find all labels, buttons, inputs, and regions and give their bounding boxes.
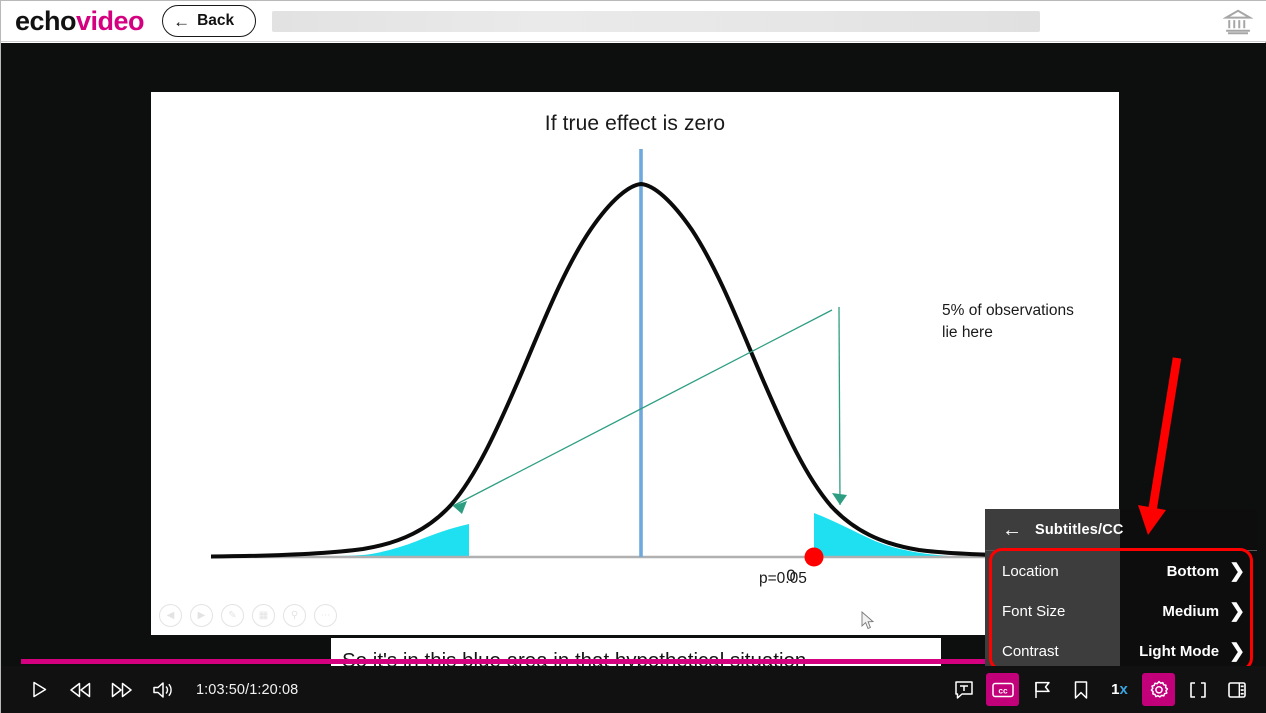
normal-distribution-chart bbox=[210, 149, 1110, 567]
logo-echo-text: echo bbox=[15, 5, 77, 36]
density-curve bbox=[210, 181, 1110, 559]
speed-label: 1x bbox=[1111, 681, 1128, 698]
contrast-label: Contrast bbox=[1002, 642, 1059, 660]
volume-icon bbox=[152, 681, 172, 698]
location-value-group: Bottom ❯ bbox=[1167, 562, 1245, 581]
chevron-right-icon: ❯ bbox=[1229, 600, 1245, 622]
logo-video-text: video bbox=[76, 5, 145, 36]
play-button[interactable] bbox=[23, 673, 56, 706]
back-arrow-icon: ← bbox=[173, 11, 191, 31]
layout-button[interactable] bbox=[1220, 673, 1253, 706]
menu-row-location[interactable]: Location Bottom ❯ bbox=[985, 551, 1257, 591]
volume-button[interactable] bbox=[146, 673, 179, 706]
zoom-icon[interactable]: ⚲ bbox=[283, 604, 306, 627]
p-value-marker-dot bbox=[804, 547, 824, 567]
fast-forward-button[interactable] bbox=[105, 673, 138, 706]
settings-button[interactable] bbox=[1142, 673, 1175, 706]
transcript-button[interactable] bbox=[947, 673, 980, 706]
prev-slide-icon[interactable]: ◀ bbox=[159, 604, 182, 627]
echovideo-logo: echovideo bbox=[15, 5, 145, 37]
layout-icon bbox=[1227, 681, 1246, 698]
annotation-label: 5% of observations lie here bbox=[942, 300, 1122, 344]
annotation-red-arrow bbox=[1138, 357, 1182, 535]
annotation-line-1: 5% of observations bbox=[942, 302, 1074, 319]
flag-icon bbox=[1034, 681, 1050, 698]
video-stage[interactable]: If true effect is zero 0 p=0.05 5% of ob… bbox=[1, 43, 1266, 666]
pen-icon[interactable]: ✎ bbox=[221, 604, 244, 627]
font-size-value-group: Medium ❯ bbox=[1162, 602, 1245, 621]
play-icon bbox=[33, 681, 47, 698]
annotation-line-2: lie here bbox=[942, 324, 993, 341]
presenter-toolbar[interactable]: ◀ ▶ ✎ ▦ ⚲ ⋯ bbox=[159, 604, 337, 627]
progress-bar-fill bbox=[21, 659, 1000, 664]
bookmark-icon bbox=[1074, 680, 1087, 699]
closed-captions-button[interactable]: cc bbox=[986, 673, 1019, 706]
svg-text:cc: cc bbox=[998, 685, 1008, 695]
player-control-bar: 1:03:50/1:20:08 cc 1x bbox=[1, 666, 1266, 713]
chevron-right-icon: ❯ bbox=[1229, 560, 1245, 582]
institution-icon[interactable] bbox=[1223, 7, 1253, 37]
mouse-cursor bbox=[861, 611, 875, 630]
top-navigation-bar: echovideo ← Back bbox=[1, 1, 1266, 42]
speed-unit: x bbox=[1119, 681, 1128, 698]
transcript-icon bbox=[954, 680, 973, 699]
rewind-icon bbox=[70, 682, 91, 697]
fullscreen-icon bbox=[1189, 681, 1206, 698]
back-button-label: Back bbox=[197, 12, 235, 29]
p-value-label: p=0.05 bbox=[759, 570, 807, 587]
gear-icon bbox=[1150, 680, 1168, 698]
speed-value: 1 bbox=[1111, 681, 1120, 698]
menu-row-contrast[interactable]: Contrast Light Mode ❯ bbox=[985, 631, 1257, 666]
menu-row-font-size[interactable]: Font Size Medium ❯ bbox=[985, 591, 1257, 631]
more-options-icon[interactable]: ⋯ bbox=[314, 604, 337, 627]
font-size-value: Medium bbox=[1162, 602, 1220, 620]
chevron-right-icon: ❯ bbox=[1229, 640, 1245, 662]
time-display: 1:03:50/1:20:08 bbox=[196, 681, 299, 698]
location-label: Location bbox=[1002, 562, 1059, 580]
fast-forward-icon bbox=[111, 682, 132, 697]
slides-grid-icon[interactable]: ▦ bbox=[252, 604, 275, 627]
video-title-placeholder bbox=[272, 10, 1041, 32]
settings-menu-rows: Location Bottom ❯ Font Size Medium ❯ Con… bbox=[985, 551, 1257, 666]
bookmark-button[interactable] bbox=[1064, 673, 1097, 706]
rewind-button[interactable] bbox=[64, 673, 97, 706]
back-button[interactable]: ← Back bbox=[162, 5, 257, 37]
next-slide-icon[interactable]: ▶ bbox=[190, 604, 213, 627]
lecture-slide: If true effect is zero 0 p=0.05 5% of ob… bbox=[151, 92, 1119, 635]
contrast-value-group: Light Mode ❯ bbox=[1139, 642, 1245, 661]
contrast-value: Light Mode bbox=[1139, 642, 1220, 660]
flag-button[interactable] bbox=[1025, 673, 1058, 706]
player-options-group: cc 1x bbox=[947, 673, 1253, 706]
fullscreen-button[interactable] bbox=[1181, 673, 1214, 706]
cc-icon: cc bbox=[991, 682, 1014, 697]
settings-menu-title: Subtitles/CC bbox=[1035, 521, 1124, 538]
echo360-video-player: echovideo ← Back If true effect is zero bbox=[0, 0, 1266, 713]
font-size-label: Font Size bbox=[1002, 602, 1066, 620]
playback-speed-button[interactable]: 1x bbox=[1103, 673, 1136, 706]
annotation-arrow-right bbox=[832, 306, 847, 506]
menu-back-arrow-icon[interactable]: ← bbox=[1002, 520, 1022, 540]
playback-controls-group: 1:03:50/1:20:08 bbox=[23, 673, 298, 706]
location-value: Bottom bbox=[1166, 562, 1220, 580]
